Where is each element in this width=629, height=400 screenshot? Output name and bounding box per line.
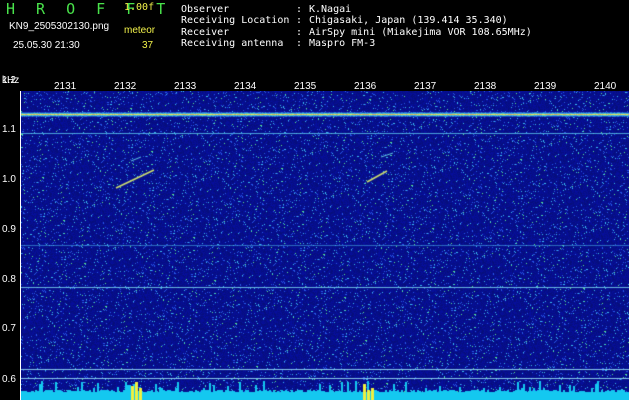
file-name: KN9_2505302130.png — [9, 21, 110, 32]
info-key-location: Receiving Location — [181, 15, 290, 26]
detection-count: 37 — [142, 40, 154, 51]
y-tick-label: 0.8 — [2, 274, 16, 285]
date-time: 25.05.30 21:30 — [13, 40, 80, 51]
spectrogram-plot[interactable] — [21, 91, 629, 400]
app-version: 1.00f — [124, 2, 155, 13]
y-tick-label: 1.1 — [2, 124, 16, 135]
info-value-antenna: Maspro FM-3 — [309, 38, 376, 49]
info-key-antenna: Receiving antenna — [181, 38, 284, 49]
y-tick-label: 0.7 — [2, 323, 16, 334]
info-value-observer: K.Nagai — [309, 4, 352, 15]
info-key-receiver: Receiver — [181, 27, 230, 38]
info-sep: : — [296, 38, 303, 49]
y-tick-label: 1.2 — [2, 75, 16, 86]
y-tick-label: 1.0 — [2, 174, 16, 185]
info-sep: : — [296, 27, 303, 38]
detection-label: meteor — [124, 25, 156, 36]
info-value-receiver: AirSpy mini (Miakejima VOR 108.65MHz) — [309, 27, 532, 38]
y-tick-label: 0.6 — [2, 374, 16, 385]
info-sep: : — [296, 4, 303, 15]
info-key-observer: Observer — [181, 4, 230, 15]
y-tick-label: 0.9 — [2, 224, 16, 235]
info-sep: : — [296, 15, 303, 26]
info-value-location: Chigasaki, Japan (139.414 35.340) — [309, 15, 508, 26]
